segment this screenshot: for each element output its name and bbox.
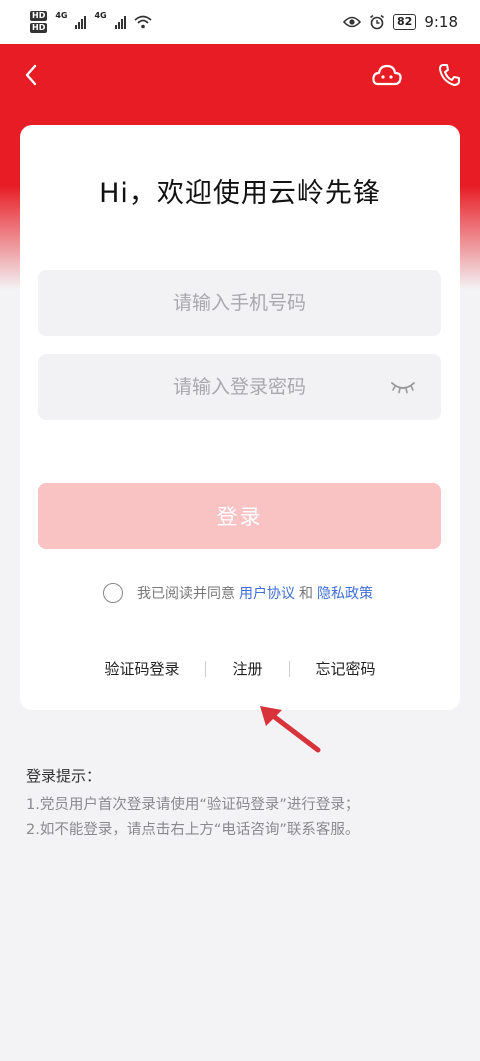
cloud-chat-icon[interactable] bbox=[372, 64, 402, 86]
tips-line-2: 2.如不能登录，请点击右上方“电话咨询”联系客服。 bbox=[26, 822, 360, 838]
register-link[interactable]: 注册 bbox=[206, 658, 288, 679]
login-button[interactable]: 登录 bbox=[38, 483, 441, 549]
status-bar: HD HD 4G 4G 82 9:18 bbox=[0, 0, 480, 44]
password-field[interactable] bbox=[38, 354, 441, 420]
agreement-row: 我已阅读并同意 用户协议 和 隐私政策 bbox=[20, 583, 460, 603]
sms-login-link[interactable]: 验证码登录 bbox=[78, 658, 205, 679]
battery-indicator: 82 bbox=[393, 14, 417, 30]
annotation-arrow-icon bbox=[260, 706, 321, 753]
tips-line-1: 1.党员用户首次登录请使用“验证码登录”进行登录； bbox=[26, 797, 360, 813]
privacy-policy-link[interactable]: 隐私政策 bbox=[317, 583, 373, 603]
hd-indicator: HD HD bbox=[30, 11, 48, 33]
forgot-password-link[interactable]: 忘记密码 bbox=[290, 658, 402, 679]
eye-closed-icon[interactable] bbox=[391, 379, 415, 395]
wifi-icon bbox=[134, 15, 152, 29]
alarm-icon bbox=[370, 14, 384, 30]
network-type-1: 4G bbox=[55, 11, 68, 20]
password-input[interactable] bbox=[38, 354, 441, 420]
phone-input[interactable] bbox=[38, 270, 441, 336]
signal-icon-2 bbox=[114, 15, 126, 29]
phone-icon[interactable] bbox=[438, 63, 460, 87]
nav-bar bbox=[0, 50, 480, 100]
clock: 9:18 bbox=[424, 13, 458, 31]
auth-links: 验证码登录 注册 忘记密码 bbox=[20, 658, 460, 679]
user-agreement-link[interactable]: 用户协议 bbox=[239, 583, 295, 603]
login-tips: 登录提示： 1.党员用户首次登录请使用“验证码登录”进行登录； 2.如不能登录，… bbox=[26, 764, 466, 843]
chevron-left-icon[interactable] bbox=[24, 64, 38, 86]
signal-icon bbox=[75, 15, 87, 29]
agree-and: 和 bbox=[299, 586, 313, 602]
eye-icon bbox=[343, 16, 361, 28]
welcome-title: Hi，欢迎使用云岭先锋 bbox=[99, 178, 381, 209]
network-type-2: 4G bbox=[94, 11, 107, 20]
phone-field[interactable] bbox=[38, 270, 441, 336]
tips-title: 登录提示： bbox=[26, 767, 102, 785]
agree-radio[interactable] bbox=[103, 583, 123, 603]
login-card: Hi，欢迎使用云岭先锋 登录 我已阅读并同意 用户协议 和 隐私政策 验证码登录… bbox=[20, 125, 460, 710]
agree-text: 我已阅读并同意 bbox=[137, 586, 235, 602]
